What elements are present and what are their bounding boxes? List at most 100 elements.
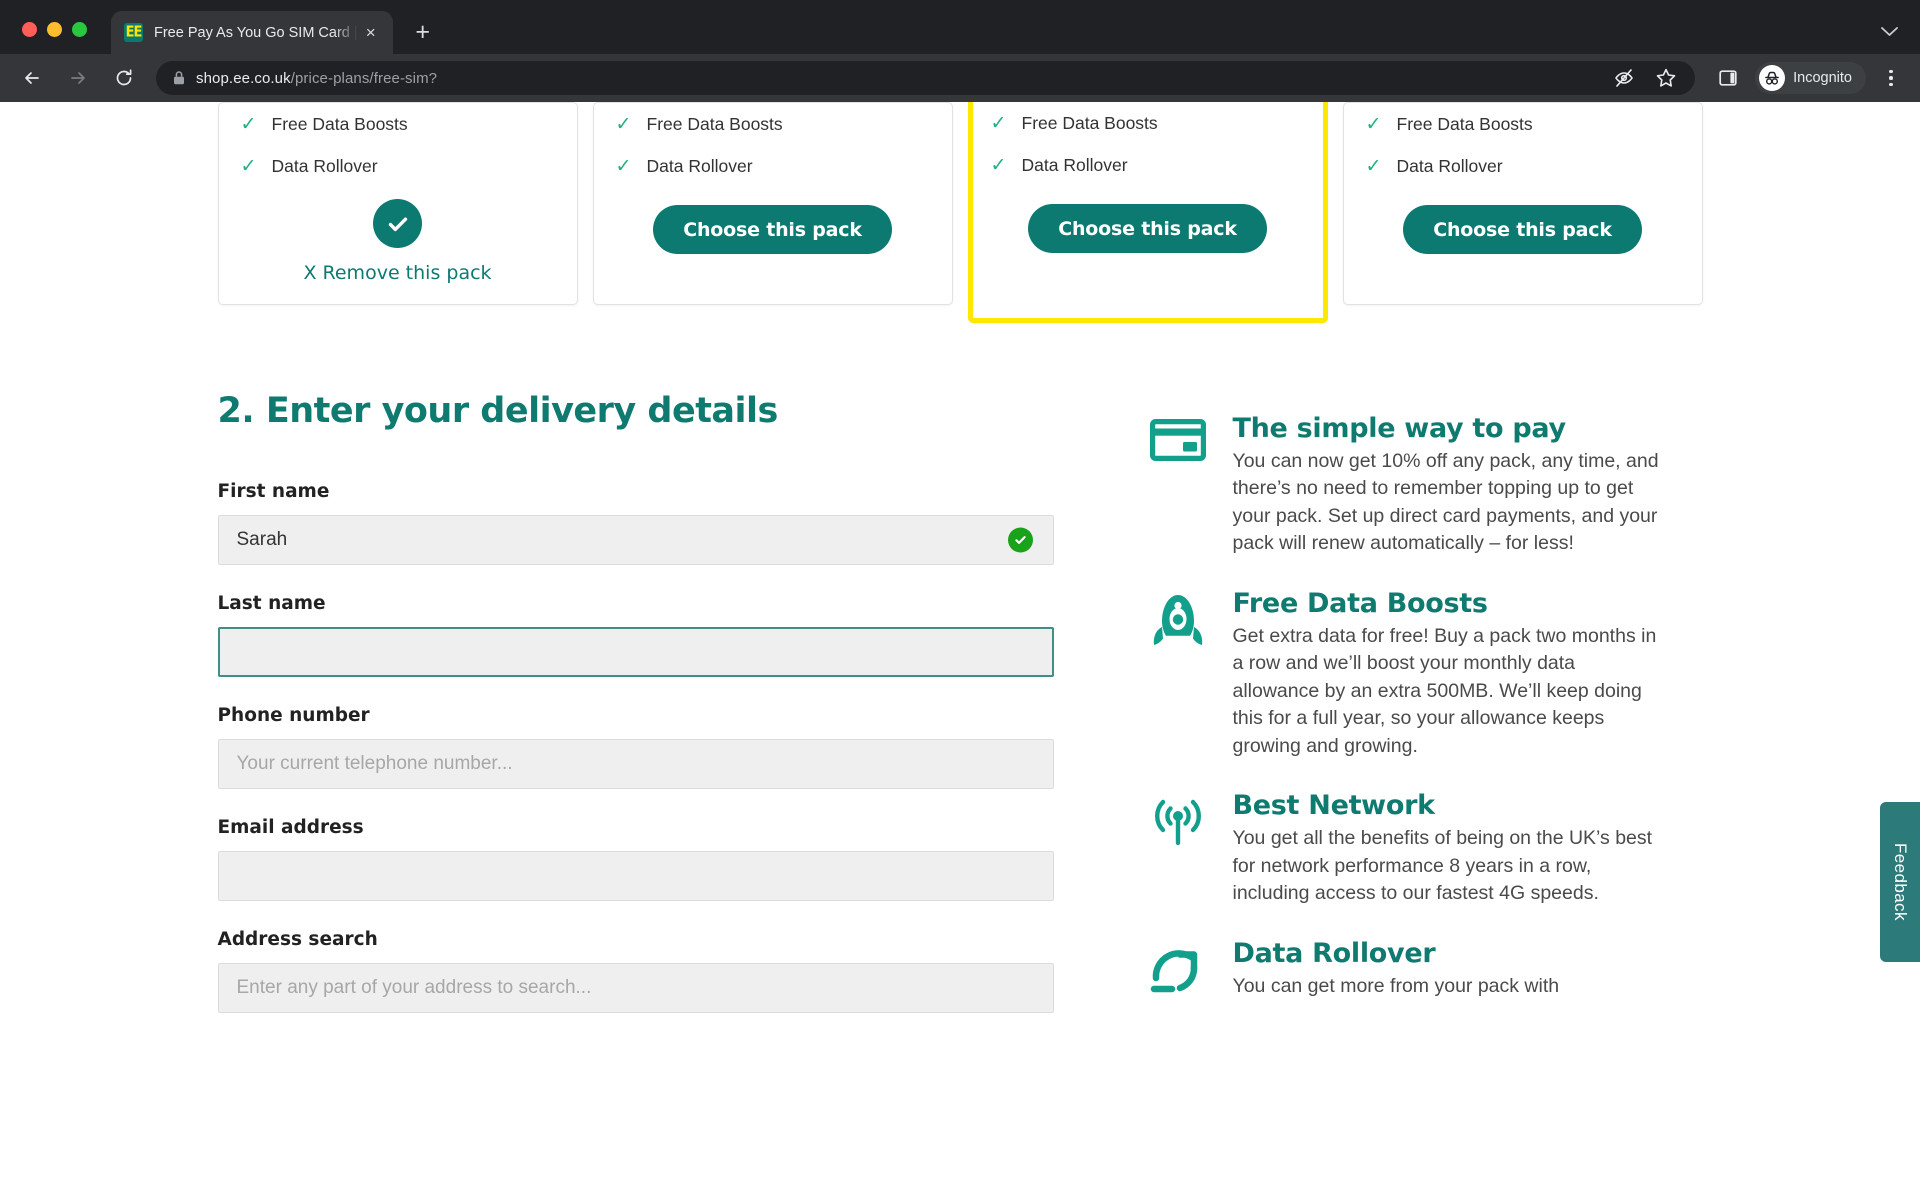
pack-feature: ✓ Data Rollover: [991, 144, 1305, 186]
page-title: 2. Enter your delivery details: [217, 391, 779, 431]
forward-arrow-icon: [61, 61, 95, 95]
check-icon: ✓: [1365, 113, 1382, 135]
field-label: First name: [217, 481, 330, 502]
pack-card[interactable]: ✓ Free Data Boosts ✓ Data Rollover X Rem…: [217, 102, 578, 305]
browser-toolbar: shop.ee.co.uk/price-plans/free-sim? Inco…: [0, 54, 1920, 102]
input-wrapper: [217, 851, 1054, 901]
field-email-address: Email address: [217, 817, 1054, 901]
delivery-section: 2. Enter your delivery details First nam…: [217, 391, 1703, 1041]
choose-pack-button[interactable]: Choose this pack: [1403, 205, 1642, 254]
ee-logo-icon: EE: [124, 23, 143, 42]
check-icon: ✓: [990, 112, 1007, 134]
tab-title: Free Pay As You Go SIM Card |: [154, 24, 358, 41]
last-name-input[interactable]: [217, 627, 1054, 677]
remove-pack-button[interactable]: X Remove this pack: [303, 262, 491, 284]
benefit-title: The simple way to pay: [1232, 413, 1567, 444]
input-wrapper: [217, 515, 1054, 565]
pack-selected-state: X Remove this pack: [241, 199, 555, 284]
new-tab-button[interactable]: +: [406, 15, 440, 49]
benefit-text: The simple way to pay You can now get 10…: [1233, 413, 1663, 558]
benefit-body: You can now get 10% off any pack, any ti…: [1232, 450, 1659, 555]
incognito-avatar-icon: [1759, 65, 1786, 91]
check-icon: ✓: [1365, 155, 1382, 177]
pack-feature-label: Data Rollover: [646, 155, 753, 176]
tab-strip: EE Free Pay As You Go SIM Card | × +: [0, 0, 1920, 54]
close-window-button[interactable]: [22, 22, 37, 37]
check-icon: ✓: [240, 113, 257, 135]
pack-feature: ✓ Free Data Boosts: [1366, 103, 1680, 145]
signal-antenna-icon: [1149, 790, 1207, 846]
valid-check-icon: [1007, 527, 1033, 553]
benefit-title: Free Data Boosts: [1232, 587, 1488, 619]
benefit-item: Data Rollover You can get more from your…: [1149, 938, 1703, 1000]
benefit-body: You get all the benefits of being on the…: [1232, 827, 1653, 905]
input-wrapper: [217, 627, 1054, 677]
pack-feature: ✓ Free Data Boosts: [991, 102, 1305, 144]
benefit-text: Data Rollover You can get more from your…: [1233, 938, 1560, 1000]
chevron-down-icon[interactable]: [1881, 22, 1898, 42]
input-wrapper: [217, 739, 1054, 789]
minimize-window-button[interactable]: [47, 22, 62, 37]
maximize-window-button[interactable]: [72, 22, 87, 37]
pack-card-highlighted[interactable]: ✓ Free Data Boosts ✓ Data Rollover Choos…: [967, 102, 1328, 323]
field-first-name: First name: [217, 481, 1054, 565]
pack-feature: ✓ Data Rollover: [616, 145, 930, 187]
reload-icon[interactable]: [107, 61, 141, 95]
favicon-text: EE: [125, 23, 143, 42]
choose-pack-button[interactable]: Choose this pack: [1028, 204, 1267, 253]
field-label: Email address: [217, 817, 364, 838]
check-icon: ✓: [240, 155, 257, 177]
eye-slash-icon[interactable]: [1613, 67, 1635, 89]
phone-number-input[interactable]: [217, 739, 1054, 789]
field-phone-number: Phone number: [217, 705, 1054, 789]
benefit-title: Data Rollover: [1232, 937, 1436, 969]
choose-pack-button[interactable]: Choose this pack: [653, 205, 892, 254]
address-bar[interactable]: shop.ee.co.uk/price-plans/free-sim?: [156, 61, 1696, 95]
kebab-menu-icon[interactable]: [1876, 63, 1906, 93]
rocket-icon: [1149, 588, 1207, 652]
feedback-tab-button[interactable]: Feedback: [1880, 802, 1920, 962]
benefit-item: The simple way to pay You can now get 10…: [1149, 413, 1703, 558]
pack-feature: ✓ Free Data Boosts: [616, 103, 930, 145]
benefit-body: You can get more from your pack with: [1232, 974, 1560, 997]
first-name-input[interactable]: [217, 515, 1054, 565]
check-icon: ✓: [615, 113, 632, 135]
address-search-input[interactable]: [217, 963, 1054, 1013]
pack-feature-label: Free Data Boosts: [1396, 113, 1533, 134]
selected-check-icon: [373, 199, 422, 248]
benefit-item: Best Network You get all the benefits of…: [1149, 790, 1703, 907]
field-last-name: Last name: [217, 593, 1054, 677]
pack-card-body: ✓ Free Data Boosts ✓ Data Rollover Choos…: [990, 102, 1305, 292]
field-address-search: Address search: [217, 929, 1054, 1013]
credit-card-icon: [1149, 413, 1207, 461]
url-text: shop.ee.co.uk/price-plans/free-sim?: [196, 70, 437, 87]
field-label: Last name: [217, 593, 326, 614]
email-address-input[interactable]: [217, 851, 1054, 901]
benefit-text: Free Data Boosts Get extra data for free…: [1233, 588, 1663, 760]
field-label: Address search: [217, 929, 378, 950]
rollover-arrow-icon: [1149, 938, 1207, 998]
pack-card[interactable]: ✓ Free Data Boosts ✓ Data Rollover Choos…: [1342, 102, 1703, 305]
close-tab-icon[interactable]: ×: [358, 20, 384, 46]
pack-cta: Choose this pack: [1366, 205, 1680, 254]
benefit-text: Best Network You get all the benefits of…: [1233, 790, 1663, 907]
browser-tab[interactable]: EE Free Pay As You Go SIM Card | ×: [111, 11, 393, 54]
pack-feature-label: Free Data Boosts: [1021, 112, 1158, 133]
input-wrapper: [217, 963, 1054, 1013]
star-icon[interactable]: [1655, 67, 1677, 89]
profile-incognito-button[interactable]: Incognito: [1755, 62, 1866, 94]
field-label: Phone number: [217, 705, 370, 726]
pack-feature: ✓ Free Data Boosts: [241, 103, 555, 145]
pack-card[interactable]: ✓ Free Data Boosts ✓ Data Rollover Choos…: [592, 102, 953, 305]
benefit-body: Get extra data for free! Buy a pack two …: [1232, 624, 1657, 757]
window-controls: [0, 22, 103, 54]
back-arrow-icon[interactable]: [15, 61, 49, 95]
url-domain: shop.ee.co.uk: [196, 69, 291, 87]
side-panel-icon[interactable]: [1713, 63, 1743, 93]
page-container: ✓ Free Data Boosts ✓ Data Rollover X Rem…: [217, 102, 1703, 1041]
check-icon: ✓: [615, 155, 632, 177]
pack-feature-label: Data Rollover: [1396, 155, 1503, 176]
page-viewport: ✓ Free Data Boosts ✓ Data Rollover X Rem…: [0, 102, 1920, 1200]
benefit-item: Free Data Boosts Get extra data for free…: [1149, 588, 1703, 760]
pack-feature: ✓ Data Rollover: [1366, 145, 1680, 187]
